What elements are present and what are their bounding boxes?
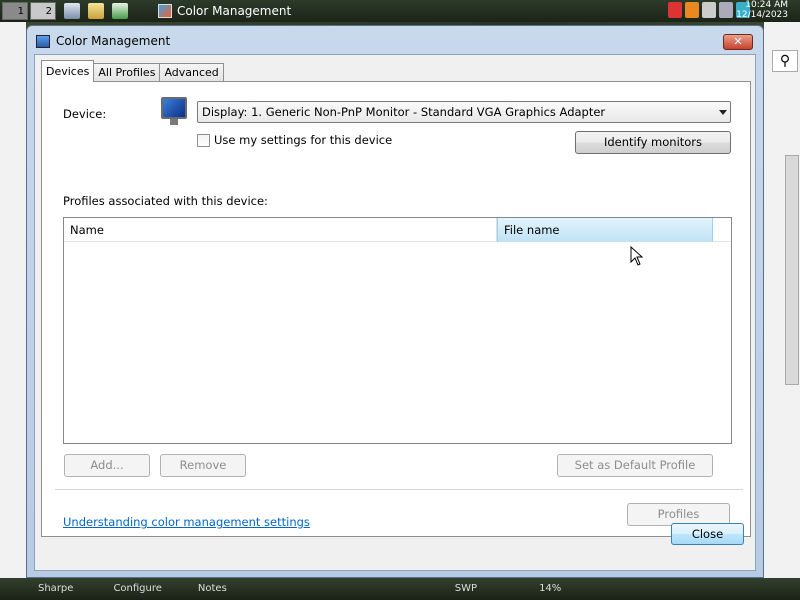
identify-monitors-button[interactable]: Identify monitors — [575, 131, 731, 154]
device-label: Device: — [63, 107, 107, 121]
color-management-icon — [158, 4, 172, 18]
column-header-file-name[interactable]: File name — [497, 218, 713, 242]
search-icon[interactable]: ⚲ — [772, 50, 798, 72]
bottom-taskbar: Sharpe Configure Notes SWP 14% — [0, 578, 800, 600]
dialog-client: Devices All Profiles Advanced Device: Di… — [34, 54, 756, 571]
help-link[interactable]: Understanding color management settings — [63, 515, 310, 529]
taskbar-task-color-management[interactable]: Color Management — [158, 1, 308, 21]
use-settings-label: Use my settings for this device — [214, 133, 393, 147]
title-bar[interactable]: Color Management ✕ — [27, 26, 763, 54]
dialog-title: Color Management — [56, 34, 171, 48]
search-tray-icon[interactable] — [685, 2, 699, 18]
system-clock[interactable]: 10:24 AM 12/14/2023 — [736, 0, 788, 20]
background-scrollbar[interactable] — [785, 155, 799, 385]
device-dropdown[interactable]: Display: 1. Generic Non-PnP Monitor - St… — [197, 101, 731, 123]
close-button[interactable]: Close — [671, 523, 744, 545]
device-dropdown-value: Display: 1. Generic Non-PnP Monitor - St… — [202, 105, 606, 119]
color-management-dialog: Color Management ✕ Devices All Profiles … — [26, 25, 764, 578]
volume-muted-icon[interactable] — [719, 2, 733, 18]
checkbox-box[interactable] — [197, 133, 210, 147]
quick-launch-icon[interactable] — [64, 3, 80, 19]
app-icon[interactable] — [112, 3, 128, 19]
profiles-label: Profiles associated with this device: — [63, 194, 268, 208]
bottom-task-configure[interactable]: Configure — [113, 583, 161, 594]
folder-icon[interactable] — [88, 3, 104, 19]
background-window — [0, 22, 26, 578]
tab-devices[interactable]: Devices — [41, 60, 95, 82]
set-default-profile-button[interactable]: Set as Default Profile — [557, 454, 713, 477]
tab-advanced[interactable]: Advanced — [159, 63, 224, 82]
table-header: Name File name — [64, 218, 731, 242]
bottom-task-notes[interactable]: Notes — [198, 583, 227, 594]
remove-button[interactable]: Remove — [160, 454, 246, 477]
add-button[interactable]: Add... — [64, 454, 150, 477]
taskbar-task-label: Color Management — [177, 4, 292, 18]
chevron-down-icon — [719, 110, 727, 115]
clock-date: 12/14/2023 — [736, 10, 788, 20]
close-window-button[interactable]: ✕ — [723, 34, 753, 50]
virtual-desktop-2[interactable]: 2 — [30, 2, 56, 20]
color-management-icon — [36, 35, 50, 48]
top-taskbar: 1 2 Color Management 10:24 AM 12/14/2023 — [0, 0, 800, 22]
tab-all-profiles[interactable]: All Profiles — [93, 63, 161, 82]
display-tray-icon[interactable] — [702, 2, 716, 18]
bottom-task-sharpe[interactable]: Sharpe — [38, 583, 73, 594]
column-header-name[interactable]: Name — [64, 218, 497, 242]
mouse-cursor-icon — [630, 246, 644, 266]
bottom-status-percent: 14% — [539, 583, 562, 594]
bottom-status-swp: SWP — [454, 583, 478, 594]
network-error-icon[interactable] — [668, 2, 682, 18]
virtual-desktop-1[interactable]: 1 — [2, 2, 28, 20]
divider — [55, 489, 743, 490]
tab-strip: Devices All Profiles Advanced — [41, 60, 224, 82]
use-settings-checkbox[interactable]: Use my settings for this device — [197, 133, 392, 147]
monitor-icon — [161, 97, 187, 127]
clock-time: 10:24 AM — [745, 0, 788, 10]
